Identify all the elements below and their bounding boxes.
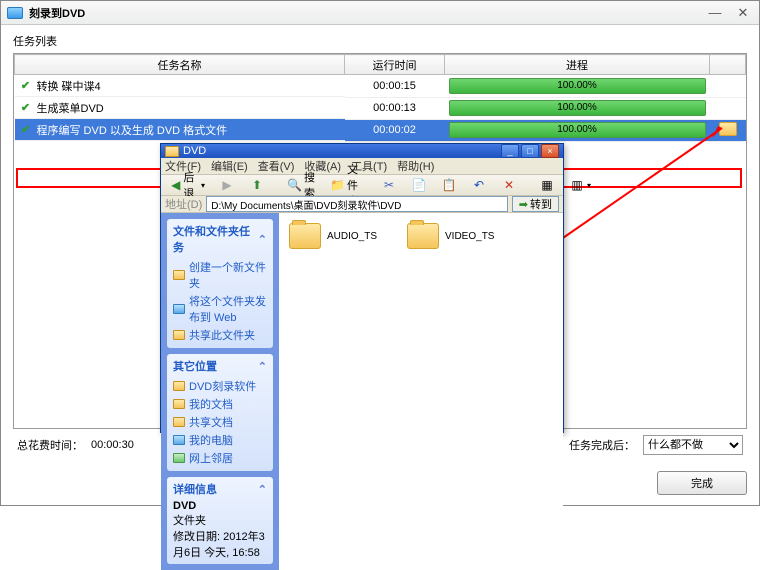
explorer-window: DVD _ □ × 文件(F) 编辑(E) 查看(V) 收藏(A) 工具(T) … xyxy=(160,143,564,433)
col-time[interactable]: 运行时间 xyxy=(345,55,445,75)
delete-icon: ✕ xyxy=(501,177,517,193)
window-title: 刻录到DVD xyxy=(29,5,705,21)
undo-button[interactable]: ↶ xyxy=(466,175,492,195)
place-link[interactable]: DVD刻录软件 xyxy=(173,377,267,395)
details-panel: 详细信息⌃ DVD 文件夹 修改日期: 2012年3月6日 今天, 16:58 xyxy=(167,477,273,564)
tasks-panel: 文件和文件夹任务⌃ 创建一个新文件夹 将这个文件夹发布到 Web 共享此文件夹 xyxy=(167,219,273,348)
explorer-titlebar: DVD _ □ × xyxy=(161,144,563,158)
task-link[interactable]: 共享此文件夹 xyxy=(173,326,267,344)
search-icon: 🔍 xyxy=(287,177,302,193)
task-name: 生成菜单DVD xyxy=(37,100,104,116)
props-button[interactable]: ▦ xyxy=(534,175,560,195)
up-button[interactable]: ⬆ xyxy=(244,175,270,195)
app-icon xyxy=(7,7,23,19)
collapse-icon[interactable]: ⌃ xyxy=(258,360,267,373)
task-link[interactable]: 将这个文件夹发布到 Web xyxy=(173,292,267,326)
progress-bar: 100.00% xyxy=(449,100,706,116)
task-table: 任务名称 运行时间 进程 ✔ 转换 碟中谍4 00:00:15 100.00% ✔… xyxy=(14,54,746,142)
explorer-sidebar: 文件和文件夹任务⌃ 创建一个新文件夹 将这个文件夹发布到 Web 共享此文件夹 … xyxy=(161,213,279,570)
search-button[interactable]: 🔍搜索 xyxy=(282,175,321,195)
paste-button[interactable]: 📋 xyxy=(436,175,462,195)
check-icon: ✔ xyxy=(19,101,33,114)
places-panel: 其它位置⌃ DVD刻录软件 我的文档 共享文档 我的电脑 网上邻居 xyxy=(167,354,273,471)
task-name: 转换 碟中谍4 xyxy=(37,78,101,94)
explorer-minimize[interactable]: _ xyxy=(501,144,519,158)
close-button[interactable]: ✕ xyxy=(733,6,753,20)
paste-icon: 📋 xyxy=(441,177,457,193)
progress-bar: 100.00% xyxy=(449,122,706,138)
collapse-icon[interactable]: ⌃ xyxy=(258,233,267,246)
forward-icon: ▶ xyxy=(219,177,235,193)
folder-item[interactable]: VIDEO_TS xyxy=(407,223,494,249)
up-icon: ⬆ xyxy=(249,177,265,193)
explorer-title: DVD xyxy=(183,145,499,157)
folder-icon xyxy=(165,146,179,157)
table-row[interactable]: ✔ 生成菜单DVD 00:00:13 100.00% xyxy=(15,97,746,119)
task-time: 00:00:02 xyxy=(345,119,445,141)
go-button[interactable]: ➡转到 xyxy=(512,196,559,212)
menu-help[interactable]: 帮助(H) xyxy=(397,158,434,174)
titlebar: 刻录到DVD — ✕ xyxy=(1,1,759,25)
task-link[interactable]: 创建一个新文件夹 xyxy=(173,258,267,292)
explorer-maximize[interactable]: □ xyxy=(521,144,539,158)
explorer-toolbar: ◀后退▾ ▶ ⬆ 🔍搜索 📁文件夹 ✂ 📄 📋 ↶ ✕ ▦ ▥▾ xyxy=(161,175,563,196)
task-name: 程序编写 DVD 以及生成 DVD 格式文件 xyxy=(37,122,228,138)
props-icon: ▦ xyxy=(539,177,555,193)
place-link[interactable]: 网上邻居 xyxy=(173,449,267,467)
cut-button[interactable]: ✂ xyxy=(376,175,402,195)
folder-item[interactable]: AUDIO_TS xyxy=(289,223,377,249)
address-bar: 地址(D) ➡转到 xyxy=(161,196,563,213)
addr-label: 地址(D) xyxy=(165,196,202,212)
after-select[interactable]: 什么都不做 xyxy=(643,435,743,455)
col-action xyxy=(710,55,746,75)
forward-button[interactable]: ▶ xyxy=(214,175,240,195)
back-icon: ◀ xyxy=(170,177,181,193)
check-icon: ✔ xyxy=(19,123,33,136)
after-label: 任务完成后： xyxy=(569,437,635,453)
finish-button[interactable]: 完成 xyxy=(657,471,747,495)
col-progress[interactable]: 进程 xyxy=(445,55,710,75)
minimize-button[interactable]: — xyxy=(705,6,725,20)
folder-icon xyxy=(407,223,439,249)
table-row[interactable]: ✔ 转换 碟中谍4 00:00:15 100.00% xyxy=(15,75,746,98)
task-time: 00:00:13 xyxy=(345,97,445,119)
col-name[interactable]: 任务名称 xyxy=(15,55,345,75)
total-time: 00:00:30 xyxy=(91,439,134,451)
back-button[interactable]: ◀后退▾ xyxy=(165,175,210,195)
folder-icon xyxy=(289,223,321,249)
folders-button[interactable]: 📁文件夹 xyxy=(325,175,364,195)
check-icon: ✔ xyxy=(19,79,33,92)
copy-button[interactable]: 📄 xyxy=(406,175,432,195)
progress-bar: 100.00% xyxy=(449,78,706,94)
cut-icon: ✂ xyxy=(381,177,397,193)
views-icon: ▥ xyxy=(569,177,585,193)
folders-icon: 📁 xyxy=(330,177,345,193)
table-row-selected[interactable]: ✔ 程序编写 DVD 以及生成 DVD 格式文件 00:00:02 100.00% xyxy=(15,119,746,141)
folder-icon[interactable] xyxy=(719,122,737,136)
collapse-icon[interactable]: ⌃ xyxy=(258,483,267,496)
menu-edit[interactable]: 编辑(E) xyxy=(211,158,248,174)
explorer-menubar: 文件(F) 编辑(E) 查看(V) 收藏(A) 工具(T) 帮助(H) xyxy=(161,158,563,175)
go-icon: ➡ xyxy=(519,198,528,211)
place-link[interactable]: 我的文档 xyxy=(173,395,267,413)
address-input[interactable] xyxy=(206,196,508,212)
task-time: 00:00:15 xyxy=(345,75,445,98)
copy-icon: 📄 xyxy=(411,177,427,193)
views-button[interactable]: ▥▾ xyxy=(564,175,596,195)
undo-icon: ↶ xyxy=(471,177,487,193)
menu-view[interactable]: 查看(V) xyxy=(258,158,295,174)
explorer-content[interactable]: AUDIO_TS VIDEO_TS xyxy=(279,213,563,570)
explorer-close[interactable]: × xyxy=(541,144,559,158)
section-label: 任务列表 xyxy=(13,33,747,49)
place-link[interactable]: 共享文档 xyxy=(173,413,267,431)
place-link[interactable]: 我的电脑 xyxy=(173,431,267,449)
total-label: 总花费时间： xyxy=(17,437,83,453)
delete-button[interactable]: ✕ xyxy=(496,175,522,195)
